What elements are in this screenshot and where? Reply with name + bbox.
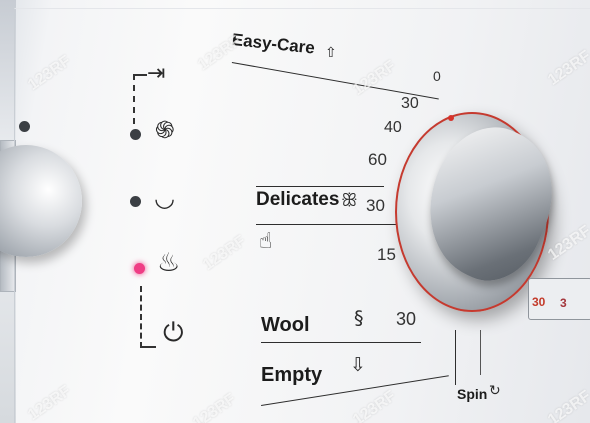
drain-icon: ⇩: [350, 354, 366, 376]
spin-divider-line: [455, 330, 456, 385]
temp-60: 60: [368, 150, 387, 169]
delicates-label: Delicates: [256, 189, 340, 210]
skip-to-end-icon: ⇥: [147, 61, 166, 86]
right-panel-number: 30: [532, 295, 546, 309]
indicator-led-wash: [130, 196, 141, 207]
indicator-led-prewash-active: [134, 263, 145, 274]
delicates-top-line: [256, 186, 384, 187]
butterfly-icon: ꕥ: [341, 190, 358, 211]
wool-underline: [261, 342, 421, 343]
washing-machine-control-panel: ⇥ ֍ ◡ ♨ ⏻ Easy-Care ⇧ Delicates ꕥ ☝ Wool…: [0, 0, 590, 423]
shirt-arrow-icon: ⇧: [325, 45, 337, 61]
yarn-icon: §: [354, 307, 364, 329]
empty-label: Empty: [261, 364, 323, 386]
spin-divider-line-secondary: [480, 330, 481, 375]
temp-30-easy: 30: [401, 95, 419, 112]
process-connector-bottom: [140, 286, 156, 348]
process-connector-top: [133, 74, 147, 124]
wool-label: Wool: [261, 314, 310, 336]
spin-cycle-icon: ↻: [489, 383, 501, 399]
temp-40: 40: [384, 119, 402, 136]
spiral-spin-icon: ֍: [155, 116, 175, 144]
indicator-led-spin: [130, 129, 141, 140]
temp-30-delicates: 30: [366, 196, 385, 215]
wash-tub-icon: ◡: [154, 184, 175, 212]
indicator-led-left: [19, 121, 30, 132]
temp-30-wool: 30: [396, 309, 417, 329]
spin-label: Spin: [457, 386, 488, 402]
dial-position-marker: [448, 115, 454, 121]
temp-15: 15: [377, 245, 396, 264]
temp-0: 0: [433, 68, 441, 84]
right-panel-number-secondary: 3: [560, 296, 567, 310]
prewash-icon: ♨: [157, 248, 181, 278]
delicates-bottom-line: [256, 224, 404, 225]
hand-wash-icon: ☝: [259, 229, 273, 254]
power-icon: ⏻: [163, 318, 184, 348]
